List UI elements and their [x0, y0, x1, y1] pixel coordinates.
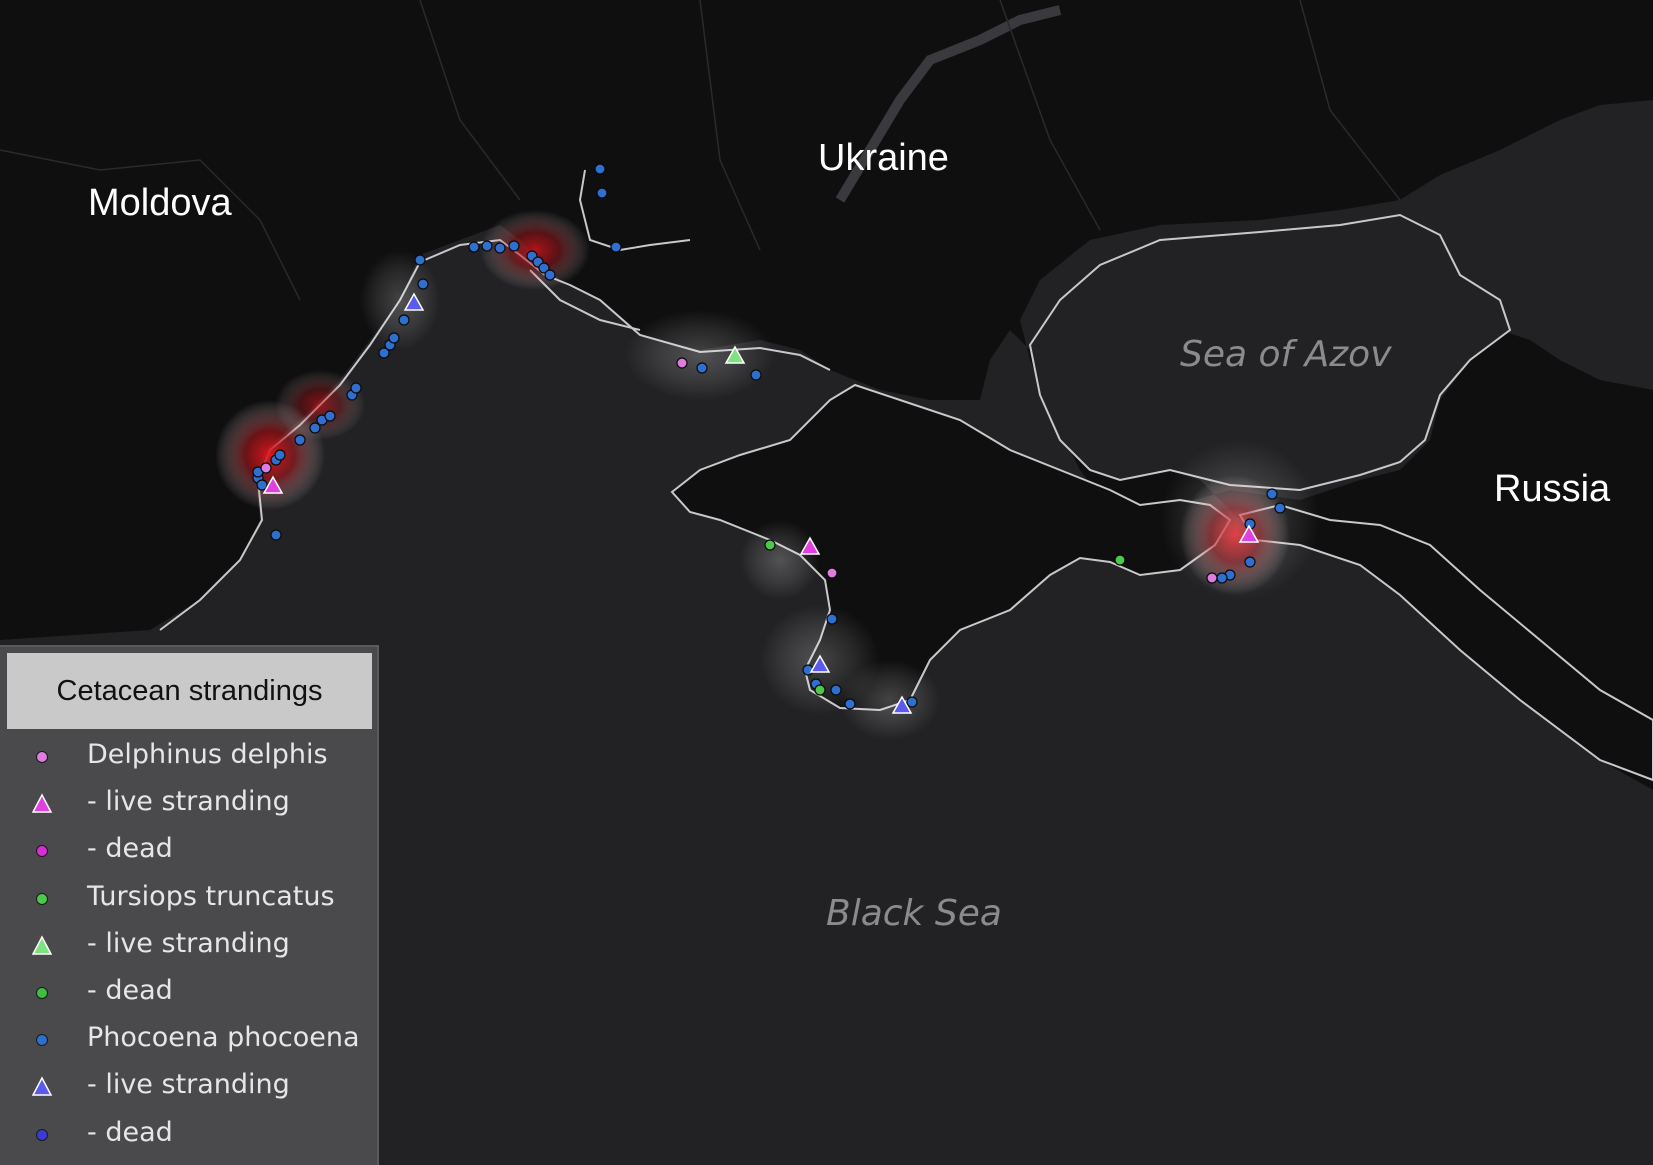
legend-item-delphinus-dead: - dead: [0, 831, 375, 871]
legend-panel: Cetacean strandings Delphinus delphis - l…: [0, 645, 379, 1165]
legend-item-phocoena-live: - live stranding: [0, 1067, 375, 1107]
legend-label: - live stranding: [87, 927, 290, 959]
legend-item-phocoena: Phocoena phocoena: [0, 1020, 375, 1060]
legend-label: - live stranding: [87, 786, 290, 818]
circle-marker-icon: [36, 1034, 48, 1047]
circle-marker-icon: [36, 845, 48, 858]
country-label-moldova: Moldova: [88, 182, 232, 224]
legend-item-tursiops-live: - live stranding: [0, 926, 375, 966]
triangle-marker-icon: [31, 935, 53, 955]
legend-item-delphinus: Delphinus delphis: [0, 737, 375, 777]
circle-marker-icon: [36, 751, 48, 763]
legend-label: - live stranding: [87, 1069, 290, 1101]
legend-label: - dead: [87, 975, 173, 1006]
legend-item-phocoena-dead: - dead: [0, 1115, 375, 1155]
legend-item-delphinus-live: - live stranding: [0, 784, 375, 824]
triangle-marker-icon: [31, 793, 53, 813]
legend-label: Delphinus delphis: [87, 739, 328, 770]
legend-item-tursiops-dead: - dead: [0, 973, 375, 1013]
legend-label: Tursiops truncatus: [87, 880, 335, 912]
country-label-ukraine: Ukraine: [818, 137, 949, 179]
circle-marker-icon: [36, 987, 48, 999]
legend-item-tursiops: Tursiops truncatus: [0, 879, 375, 919]
circle-marker-icon: [36, 1128, 48, 1141]
legend-label: Phocoena phocoena: [87, 1022, 360, 1054]
legend-label: - dead: [87, 833, 173, 865]
triangle-marker-icon: [31, 1076, 53, 1097]
sea-label-black-sea: Black Sea: [826, 893, 1002, 934]
circle-marker-icon: [36, 892, 48, 905]
sea-label-azov: Sea of Azov: [1180, 334, 1392, 375]
country-label-russia: Russia: [1494, 468, 1611, 510]
legend-label: - dead: [87, 1116, 173, 1148]
legend-title: Cetacean strandings: [7, 653, 372, 729]
